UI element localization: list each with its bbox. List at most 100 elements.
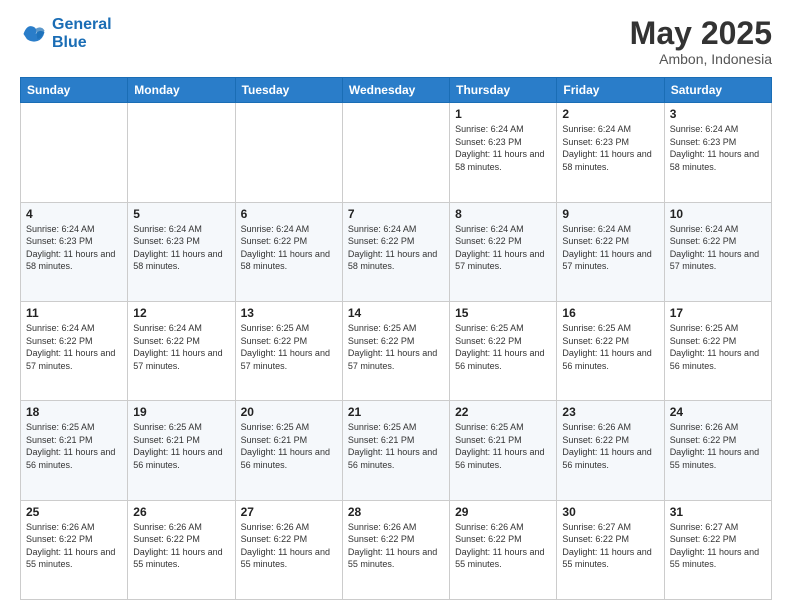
day-number: 11 (26, 306, 122, 320)
day-info: Sunrise: 6:25 AM Sunset: 6:21 PM Dayligh… (133, 421, 229, 471)
logo-line1: General (52, 16, 112, 33)
day-info: Sunrise: 6:24 AM Sunset: 6:22 PM Dayligh… (670, 223, 766, 273)
calendar-cell: 7 Sunrise: 6:24 AM Sunset: 6:22 PM Daylig… (342, 202, 449, 301)
day-number: 14 (348, 306, 444, 320)
calendar-cell: 16 Sunrise: 6:25 AM Sunset: 6:22 PM Dayli… (557, 301, 664, 400)
main-title: May 2025 (630, 16, 772, 51)
day-number: 5 (133, 207, 229, 221)
calendar-cell: 21 Sunrise: 6:25 AM Sunset: 6:21 PM Dayli… (342, 401, 449, 500)
day-number: 8 (455, 207, 551, 221)
day-info: Sunrise: 6:27 AM Sunset: 6:22 PM Dayligh… (562, 521, 658, 571)
day-number: 29 (455, 505, 551, 519)
day-number: 3 (670, 107, 766, 121)
day-number: 12 (133, 306, 229, 320)
day-info: Sunrise: 6:26 AM Sunset: 6:22 PM Dayligh… (133, 521, 229, 571)
day-number: 19 (133, 405, 229, 419)
day-number: 25 (26, 505, 122, 519)
day-info: Sunrise: 6:24 AM Sunset: 6:22 PM Dayligh… (348, 223, 444, 273)
day-number: 30 (562, 505, 658, 519)
day-info: Sunrise: 6:24 AM Sunset: 6:23 PM Dayligh… (26, 223, 122, 273)
day-info: Sunrise: 6:24 AM Sunset: 6:23 PM Dayligh… (670, 123, 766, 173)
day-number: 6 (241, 207, 337, 221)
logo: General Blue (20, 16, 112, 51)
day-info: Sunrise: 6:26 AM Sunset: 6:22 PM Dayligh… (348, 521, 444, 571)
day-info: Sunrise: 6:26 AM Sunset: 6:22 PM Dayligh… (670, 421, 766, 471)
day-info: Sunrise: 6:25 AM Sunset: 6:21 PM Dayligh… (348, 421, 444, 471)
calendar-cell (128, 103, 235, 202)
calendar-cell (342, 103, 449, 202)
day-header-friday: Friday (557, 78, 664, 103)
day-number: 31 (670, 505, 766, 519)
day-number: 4 (26, 207, 122, 221)
day-info: Sunrise: 6:25 AM Sunset: 6:22 PM Dayligh… (562, 322, 658, 372)
day-info: Sunrise: 6:25 AM Sunset: 6:22 PM Dayligh… (241, 322, 337, 372)
day-number: 17 (670, 306, 766, 320)
day-number: 23 (562, 405, 658, 419)
calendar-week-row: 4 Sunrise: 6:24 AM Sunset: 6:23 PM Daylig… (21, 202, 772, 301)
calendar-cell (21, 103, 128, 202)
day-info: Sunrise: 6:26 AM Sunset: 6:22 PM Dayligh… (26, 521, 122, 571)
day-info: Sunrise: 6:24 AM Sunset: 6:22 PM Dayligh… (562, 223, 658, 273)
day-info: Sunrise: 6:25 AM Sunset: 6:22 PM Dayligh… (455, 322, 551, 372)
calendar-cell: 31 Sunrise: 6:27 AM Sunset: 6:22 PM Dayli… (664, 500, 771, 599)
calendar-cell: 26 Sunrise: 6:26 AM Sunset: 6:22 PM Dayli… (128, 500, 235, 599)
calendar-cell: 10 Sunrise: 6:24 AM Sunset: 6:22 PM Dayli… (664, 202, 771, 301)
calendar-cell: 15 Sunrise: 6:25 AM Sunset: 6:22 PM Dayli… (450, 301, 557, 400)
day-info: Sunrise: 6:26 AM Sunset: 6:22 PM Dayligh… (455, 521, 551, 571)
day-info: Sunrise: 6:24 AM Sunset: 6:23 PM Dayligh… (455, 123, 551, 173)
day-info: Sunrise: 6:24 AM Sunset: 6:22 PM Dayligh… (455, 223, 551, 273)
day-header-saturday: Saturday (664, 78, 771, 103)
day-info: Sunrise: 6:25 AM Sunset: 6:22 PM Dayligh… (348, 322, 444, 372)
day-number: 28 (348, 505, 444, 519)
day-number: 10 (670, 207, 766, 221)
day-info: Sunrise: 6:24 AM Sunset: 6:23 PM Dayligh… (562, 123, 658, 173)
day-info: Sunrise: 6:24 AM Sunset: 6:22 PM Dayligh… (26, 322, 122, 372)
calendar-week-row: 11 Sunrise: 6:24 AM Sunset: 6:22 PM Dayli… (21, 301, 772, 400)
day-number: 26 (133, 505, 229, 519)
logo-line2: Blue (52, 34, 87, 51)
calendar-header-row: SundayMondayTuesdayWednesdayThursdayFrid… (21, 78, 772, 103)
calendar-cell: 20Sunrise: 6:25 AM Sunset: 6:21 PM Dayli… (235, 401, 342, 500)
day-number: 15 (455, 306, 551, 320)
logo-text: General Blue (52, 16, 112, 51)
day-number: 18 (26, 405, 122, 419)
calendar-week-row: 1 Sunrise: 6:24 AM Sunset: 6:23 PM Daylig… (21, 103, 772, 202)
calendar-cell: 22Sunrise: 6:25 AM Sunset: 6:21 PM Dayli… (450, 401, 557, 500)
day-info: Sunrise: 6:27 AM Sunset: 6:22 PM Dayligh… (670, 521, 766, 571)
day-header-tuesday: Tuesday (235, 78, 342, 103)
day-number: 1 (455, 107, 551, 121)
calendar-cell: 2Sunrise: 6:24 AM Sunset: 6:23 PM Daylig… (557, 103, 664, 202)
calendar-cell: 18Sunrise: 6:25 AM Sunset: 6:21 PM Dayli… (21, 401, 128, 500)
calendar-cell: 23Sunrise: 6:26 AM Sunset: 6:22 PM Dayli… (557, 401, 664, 500)
calendar-cell: 28 Sunrise: 6:26 AM Sunset: 6:22 PM Dayli… (342, 500, 449, 599)
day-number: 22 (455, 405, 551, 419)
day-header-sunday: Sunday (21, 78, 128, 103)
calendar-cell: 17Sunrise: 6:25 AM Sunset: 6:22 PM Dayli… (664, 301, 771, 400)
title-block: May 2025 Ambon, Indonesia (630, 16, 772, 67)
day-info: Sunrise: 6:24 AM Sunset: 6:22 PM Dayligh… (133, 322, 229, 372)
day-info: Sunrise: 6:24 AM Sunset: 6:23 PM Dayligh… (133, 223, 229, 273)
calendar-cell: 1 Sunrise: 6:24 AM Sunset: 6:23 PM Daylig… (450, 103, 557, 202)
subtitle: Ambon, Indonesia (630, 51, 772, 67)
day-number: 9 (562, 207, 658, 221)
calendar-cell: 3 Sunrise: 6:24 AM Sunset: 6:23 PM Daylig… (664, 103, 771, 202)
calendar-week-row: 25 Sunrise: 6:26 AM Sunset: 6:22 PM Dayli… (21, 500, 772, 599)
calendar-cell: 19 Sunrise: 6:25 AM Sunset: 6:21 PM Dayli… (128, 401, 235, 500)
day-number: 21 (348, 405, 444, 419)
calendar-cell: 4 Sunrise: 6:24 AM Sunset: 6:23 PM Daylig… (21, 202, 128, 301)
day-info: Sunrise: 6:26 AM Sunset: 6:22 PM Dayligh… (241, 521, 337, 571)
page: General Blue May 2025 Ambon, Indonesia S… (0, 0, 792, 612)
calendar-cell: 24Sunrise: 6:26 AM Sunset: 6:22 PM Dayli… (664, 401, 771, 500)
day-number: 16 (562, 306, 658, 320)
calendar-cell: 29 Sunrise: 6:26 AM Sunset: 6:22 PM Dayli… (450, 500, 557, 599)
calendar-cell: 12 Sunrise: 6:24 AM Sunset: 6:22 PM Dayli… (128, 301, 235, 400)
calendar-cell: 11 Sunrise: 6:24 AM Sunset: 6:22 PM Dayli… (21, 301, 128, 400)
calendar-cell: 13Sunrise: 6:25 AM Sunset: 6:22 PM Dayli… (235, 301, 342, 400)
calendar-week-row: 18 Sunrise: 6:25 AM Sunset: 6:21 PM Dayli… (21, 401, 772, 500)
day-number: 27 (241, 505, 337, 519)
day-number: 7 (348, 207, 444, 221)
calendar-cell: 14 Sunrise: 6:25 AM Sunset: 6:22 PM Dayli… (342, 301, 449, 400)
calendar-cell: 9 Sunrise: 6:24 AM Sunset: 6:22 PM Daylig… (557, 202, 664, 301)
calendar-cell: 8 Sunrise: 6:24 AM Sunset: 6:22 PM Daylig… (450, 202, 557, 301)
day-header-thursday: Thursday (450, 78, 557, 103)
